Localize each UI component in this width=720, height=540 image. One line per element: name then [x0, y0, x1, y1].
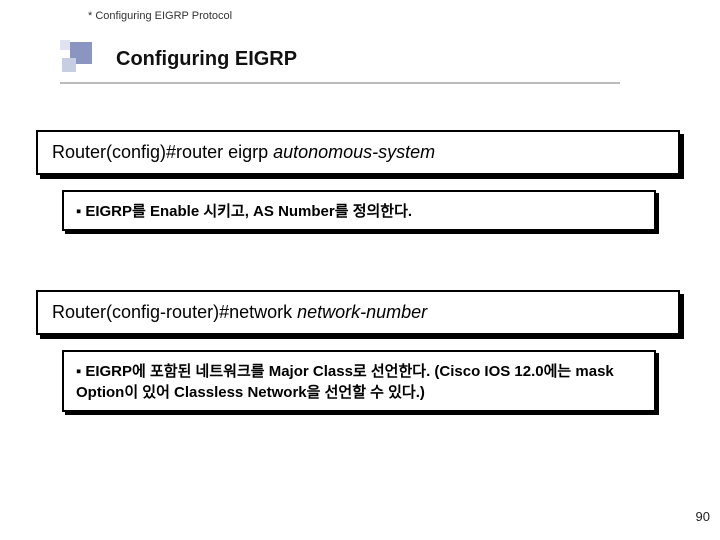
bullet-icon: ▪: [76, 363, 81, 380]
command-1-argument: autonomous-system: [273, 142, 435, 162]
description-2-text: EIGRP에 포함된 네트워크를 Major Class로 선언한다. (Cis…: [76, 363, 614, 401]
description-box-2: ▪EIGRP에 포함된 네트워크를 Major Class로 선언한다. (Ci…: [62, 350, 656, 412]
description-1-text: EIGRP를 Enable 시키고, AS Number를 정의한다.: [85, 203, 412, 220]
title-decoration-icon: [60, 40, 98, 78]
description-box-1: ▪EIGRP를 Enable 시키고, AS Number를 정의한다.: [62, 190, 656, 231]
command-1-prompt: Router(config)#router eigrp: [52, 142, 273, 162]
command-box-1: Router(config)#router eigrp autonomous-s…: [36, 130, 680, 175]
slide-kicker: * Configuring EIGRP Protocol: [88, 10, 232, 22]
slide-title: Configuring EIGRP: [116, 48, 297, 71]
title-row: Configuring EIGRP: [0, 40, 720, 78]
command-2-prompt: Router(config-router)#network: [52, 302, 297, 322]
page-number: 90: [696, 509, 710, 524]
command-box-2: Router(config-router)#network network-nu…: [36, 290, 680, 335]
command-2-argument: network-number: [297, 302, 427, 322]
bullet-icon: ▪: [76, 203, 81, 220]
title-underline: [60, 82, 620, 84]
